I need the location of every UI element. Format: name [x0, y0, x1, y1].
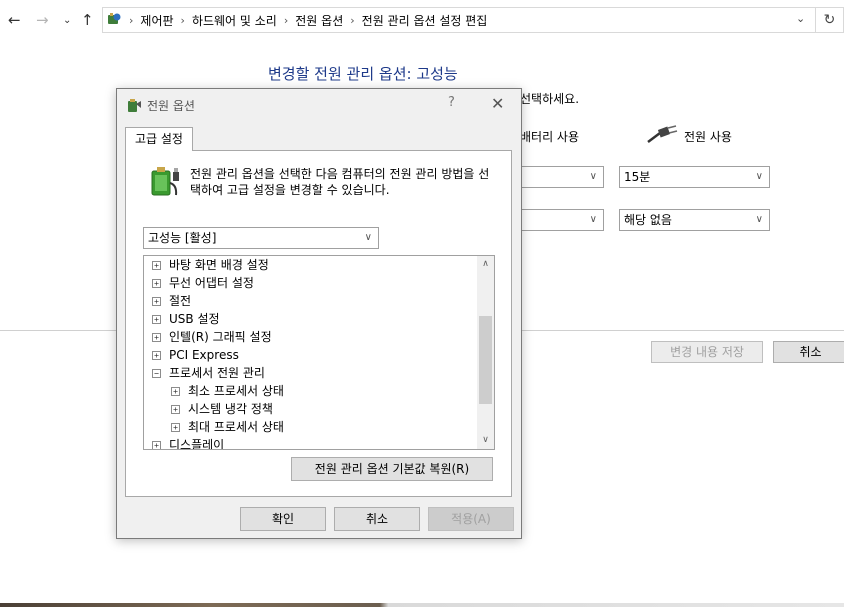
tree-item-label: 최소 프로세서 상태	[188, 384, 284, 398]
plugged-column-label: 전원 사용	[684, 130, 732, 144]
breadcrumb-item[interactable]: 제어판	[140, 12, 173, 29]
expand-icon[interactable]: +	[171, 422, 180, 432]
control-panel-icon	[106, 11, 122, 30]
power-plan-select[interactable]: 고성능 [활성] ∨	[143, 227, 379, 249]
close-icon[interactable]: ✕	[491, 94, 504, 113]
tree-item-label: 바탕 화면 배경 설정	[169, 258, 269, 272]
power-options-dialog: 전원 옵션 ? ✕ 고급 설정 전원 관리 옵션을 선택한 다음 컴퓨터의 전원…	[116, 88, 522, 539]
page-title: 변경할 전원 관리 옵션: 고성능	[268, 65, 458, 83]
apply-button[interactable]: 적용(A)	[428, 507, 514, 531]
select-value: 15분	[624, 170, 651, 184]
tree-item-label: 무선 어댑터 설정	[169, 276, 254, 290]
display-off-plugged-select[interactable]: 15분 ∨	[619, 166, 770, 188]
tree-item-label: USB 설정	[169, 312, 220, 326]
select-value: 해당 없음	[624, 213, 672, 227]
advanced-settings-panel: 전원 관리 옵션을 선택한 다음 컴퓨터의 전원 관리 방법을 선택하여 고급 …	[125, 150, 512, 497]
expand-icon[interactable]: +	[152, 314, 161, 324]
tree-item-label: 인텔(R) 그래픽 설정	[169, 330, 272, 344]
scroll-down-icon[interactable]: ∨	[477, 432, 494, 449]
breadcrumb-item[interactable]: 전원 옵션	[295, 12, 343, 29]
expand-icon[interactable]: +	[171, 386, 180, 396]
tree-item[interactable]: + 바탕 화면 배경 설정	[152, 256, 269, 274]
cancel-button[interactable]: 취소	[334, 507, 420, 531]
scroll-up-icon[interactable]: ∧	[477, 256, 494, 273]
sleep-plugged-select[interactable]: 해당 없음 ∨	[619, 209, 770, 231]
expand-icon[interactable]: +	[152, 260, 161, 270]
cancel-button[interactable]: 취소	[773, 341, 844, 363]
scrollbar-thumb[interactable]	[479, 316, 492, 404]
select-value: 고성능 [활성]	[148, 231, 217, 245]
expand-icon[interactable]: +	[152, 350, 161, 360]
tree-item-label: 프로세서 전원 관리	[169, 366, 265, 380]
save-changes-button[interactable]: 변경 내용 저장	[651, 341, 763, 363]
breadcrumb: › 제어판 › 하드웨어 및 소리 › 전원 옵션 › 전원 관리 옵션 설정 …	[129, 12, 488, 29]
tab-advanced-settings[interactable]: 고급 설정	[125, 127, 193, 151]
taskbar-edge	[0, 603, 844, 607]
forward-arrow-icon[interactable]: →	[36, 10, 49, 30]
tree-item-label: 절전	[169, 294, 192, 308]
power-options-icon	[125, 96, 143, 117]
tree-item-label: 최대 프로세서 상태	[188, 420, 284, 434]
up-arrow-icon[interactable]: ↑	[81, 10, 94, 30]
tree-item-label: 시스템 냉각 정책	[188, 402, 273, 416]
battery-column-label: 배터리 사용	[520, 130, 580, 144]
expand-icon[interactable]: +	[152, 332, 161, 342]
sleep-battery-select[interactable]: ∨	[510, 209, 604, 231]
address-dropdown-chevron-icon[interactable]: ⌄	[796, 12, 805, 25]
tree-item[interactable]: + 무선 어댑터 설정	[152, 274, 254, 292]
restore-defaults-button[interactable]: 전원 관리 옵션 기본값 복원(R)	[291, 457, 493, 481]
breadcrumb-item[interactable]: 전원 관리 옵션 설정 편집	[362, 12, 488, 29]
expand-icon[interactable]: +	[152, 278, 161, 288]
display-off-battery-select[interactable]: ∨	[510, 166, 604, 188]
tree-item-label: 디스플레이	[169, 438, 225, 450]
back-arrow-icon[interactable]: ←	[8, 10, 21, 30]
collapse-icon[interactable]: −	[152, 368, 161, 378]
instruction-text: 선택하세요.	[520, 92, 580, 106]
tree-item[interactable]: + PCI Express	[152, 346, 239, 364]
power-plug-icon	[646, 124, 680, 147]
chevron-down-icon: ∨	[589, 214, 597, 225]
chevron-down-icon: ∨	[755, 214, 763, 225]
recent-locations-chevron-icon[interactable]: ⌄	[63, 11, 71, 31]
expand-icon[interactable]: +	[171, 404, 180, 414]
tree-item[interactable]: − 프로세서 전원 관리	[152, 364, 265, 382]
tree-item[interactable]: + 인텔(R) 그래픽 설정	[152, 328, 272, 346]
battery-plug-icon	[146, 163, 182, 202]
tree-item[interactable]: + USB 설정	[152, 310, 220, 328]
breadcrumb-item[interactable]: 하드웨어 및 소리	[192, 12, 277, 29]
settings-tree[interactable]: + 바탕 화면 배경 설정 + 무선 어댑터 설정 + 절전 + USB 설정 + 인텔(…	[143, 255, 495, 450]
dialog-title: 전원 옵션	[147, 99, 195, 113]
expand-icon[interactable]: +	[152, 440, 161, 449]
tree-item[interactable]: + 최소 프로세서 상태	[171, 382, 284, 400]
expand-icon[interactable]: +	[152, 296, 161, 306]
tree-scrollbar[interactable]: ∧ ∨	[477, 256, 494, 449]
dialog-description: 전원 관리 옵션을 선택한 다음 컴퓨터의 전원 관리 방법을 선택하여 고급 …	[190, 167, 490, 197]
tree-item[interactable]: + 디스플레이	[152, 436, 225, 450]
tree-item[interactable]: + 절전	[152, 292, 191, 310]
chevron-down-icon: ∨	[589, 171, 597, 182]
tree-item[interactable]: + 시스템 냉각 정책	[171, 400, 273, 418]
help-icon[interactable]: ?	[448, 95, 455, 110]
chevron-down-icon: ∨	[755, 171, 763, 182]
ok-button[interactable]: 확인	[240, 507, 326, 531]
tree-item[interactable]: + 최대 프로세서 상태	[171, 418, 284, 436]
chevron-down-icon: ∨	[364, 232, 372, 243]
tree-item-label: PCI Express	[169, 348, 239, 362]
refresh-icon[interactable]: ↻	[816, 7, 844, 33]
